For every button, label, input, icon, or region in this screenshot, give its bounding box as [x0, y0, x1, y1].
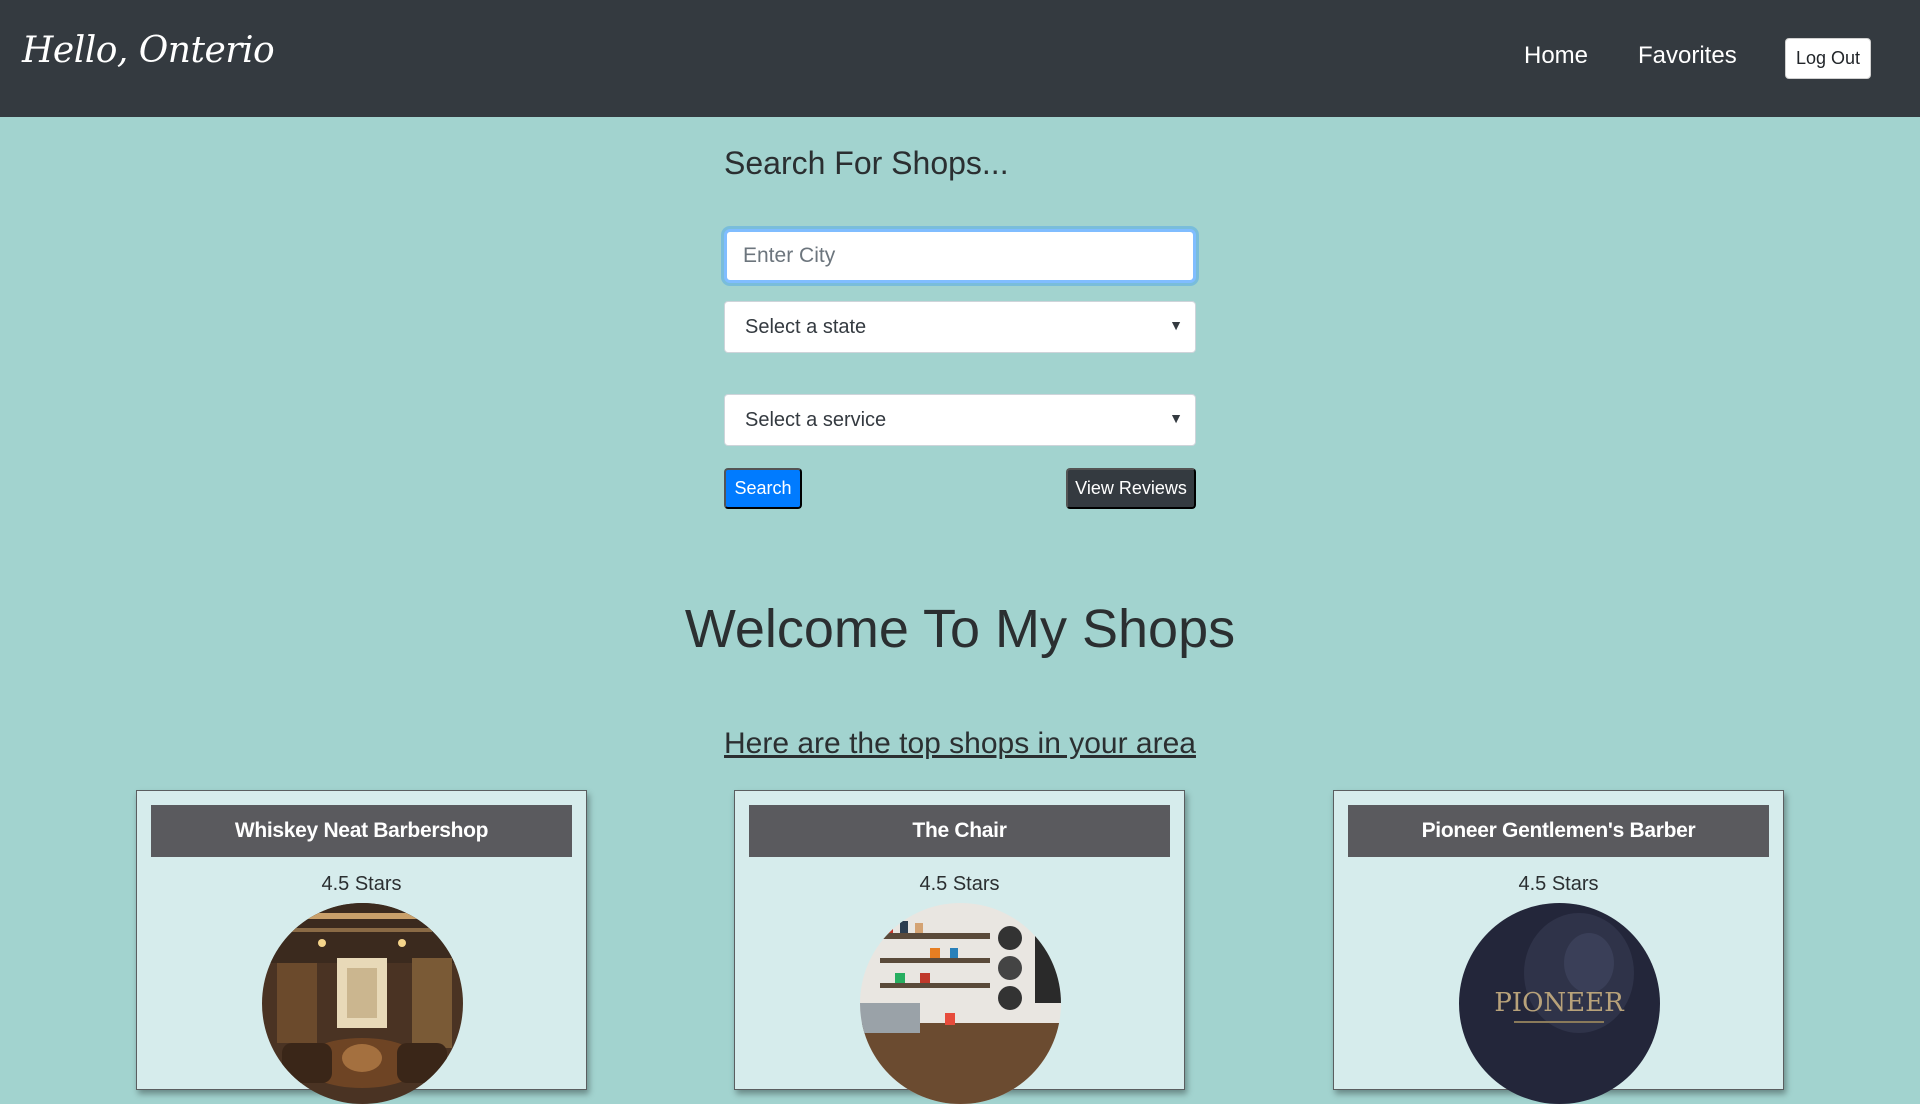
shop-card-rating: 4.5 Stars: [919, 873, 1000, 895]
nav-link-favorites[interactable]: Favorites: [1638, 42, 1737, 70]
service-select-value: Select a service: [745, 408, 887, 431]
service-select[interactable]: Select a service ▼: [724, 394, 1196, 446]
shop-card[interactable]: Pioneer Gentlemen's Barber 4.5 Stars PIO…: [1333, 790, 1784, 1104]
top-shops-subheading: Here are the top shops in your area: [0, 727, 1920, 761]
shop-card-rating: 4.5 Stars: [1518, 873, 1599, 895]
shop-card-title[interactable]: The Chair: [749, 805, 1170, 857]
shop-card-rating: 4.5 Stars: [321, 873, 402, 895]
welcome-heading: Welcome To My Shops: [684, 599, 1236, 659]
state-select-value: Select a state: [745, 315, 867, 338]
state-select[interactable]: Select a state ▼: [724, 301, 1196, 353]
search-heading: Search For Shops...: [724, 145, 1009, 181]
shop-image[interactable]: [860, 903, 1061, 1104]
city-input[interactable]: [724, 229, 1196, 283]
chevron-down-icon: ▼: [1169, 317, 1183, 333]
nav-link-home[interactable]: Home: [1524, 42, 1588, 70]
shop-image[interactable]: PIONEER: [1459, 903, 1660, 1104]
view-reviews-button[interactable]: View Reviews: [1066, 468, 1196, 509]
navbar: Hello, Onterio Home Favorites Log Out: [0, 0, 1920, 117]
shop-image[interactable]: [262, 903, 463, 1104]
pioneer-logo-text: PIONEER: [1494, 988, 1625, 1018]
search-button[interactable]: Search: [724, 468, 802, 509]
shop-card-title[interactable]: Pioneer Gentlemen's Barber: [1348, 805, 1769, 857]
brand-greeting[interactable]: Hello, Onterio: [22, 30, 275, 71]
shop-card[interactable]: Whiskey Neat Barbershop 4.5 Stars: [136, 790, 587, 1104]
shop-card-title[interactable]: Whiskey Neat Barbershop: [151, 805, 572, 857]
shop-card[interactable]: The Chair 4.5 Stars: [734, 790, 1185, 1104]
logout-button[interactable]: Log Out: [1785, 38, 1871, 79]
chevron-down-icon: ▼: [1169, 410, 1183, 426]
top-shops-subheading-text[interactable]: Here are the top shops in your area: [724, 727, 1196, 760]
